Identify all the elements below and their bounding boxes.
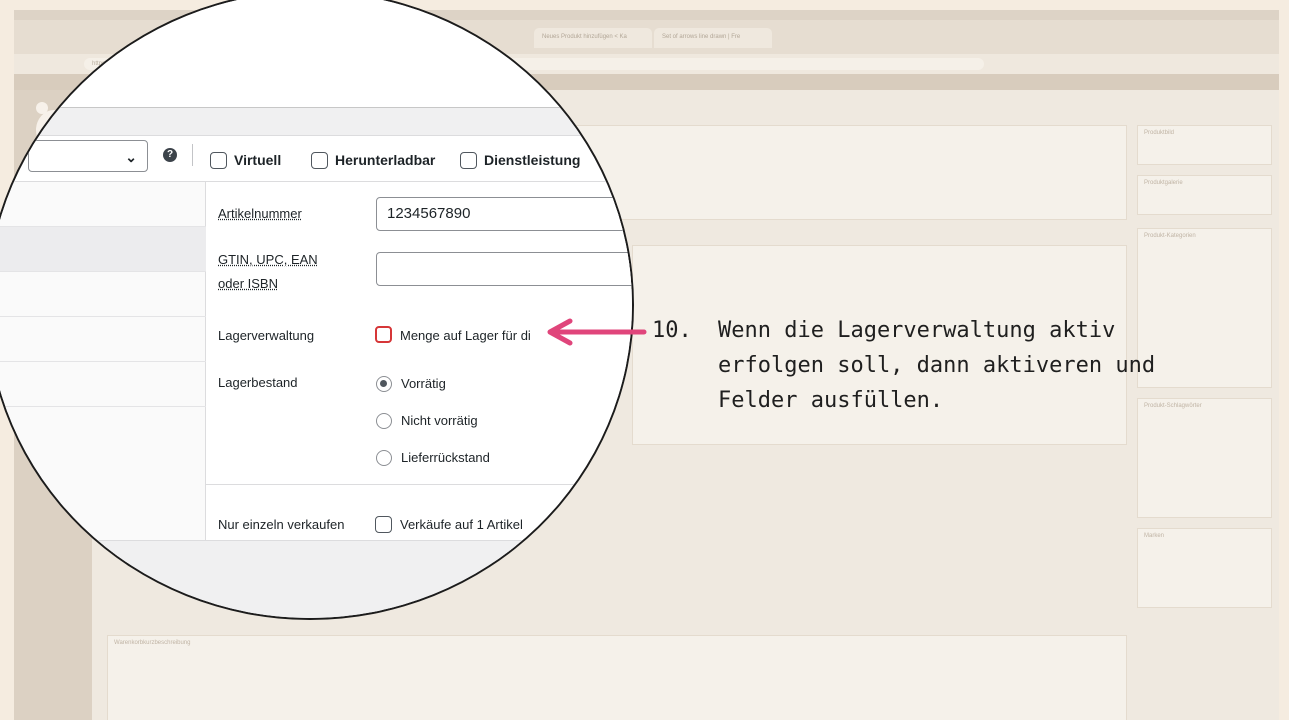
panel-product-gallery: Produktgalerie [1137,175,1272,215]
product-data-tab[interactable] [0,362,206,407]
stock-status-radio-out-of-stock[interactable] [376,413,392,429]
product-data-tab-inventory[interactable] [0,227,206,272]
virtual-checkbox[interactable] [210,152,227,169]
step-text: Wenn die Lagerverwaltung aktiv erfolgen … [718,318,1156,413]
inventory-form [206,182,632,562]
product-data-tab[interactable] [0,182,206,227]
browser-tab[interactable]: Set of arrows line drawn | Fre [654,28,772,48]
panel-product-image: Produktbild [1137,125,1272,165]
service-label: Dienstleistung [484,152,581,168]
stock-status-radio-backorder[interactable] [376,450,392,466]
gtin-input[interactable] [376,252,632,286]
stock-management-checkbox-label: Menge auf Lager für di [400,328,531,343]
stock-management-label: Lagerverwaltung [218,328,315,343]
pointer-arrow-icon [547,318,647,346]
virtual-label: Virtuell [234,152,282,168]
help-icon[interactable]: ? [163,148,177,162]
downloadable-label: Herunterladbar [335,152,436,168]
sku-input[interactable]: 1234567890 [376,197,632,231]
product-data-tabs [0,182,206,562]
downloadable-checkbox[interactable] [311,152,328,169]
divider [206,484,632,485]
product-type-select[interactable]: ⌄ [28,140,148,172]
stock-status-option: Nicht vorrätig [401,413,478,428]
lens-bottom-strip [0,540,632,618]
stock-status-radio-in-stock[interactable] [376,376,392,392]
stock-management-checkbox[interactable] [375,326,392,343]
magnifier-lens: ⌄ ? Virtuell Herunterladbar Dienstleistu… [0,0,634,620]
divider [192,144,193,166]
sold-individually-label: Nur einzeln verkaufen [218,517,345,532]
panel-short-description: Warenkorbkurzbeschreibung [107,635,1127,720]
lens-grey-strip [0,108,632,136]
product-data-tab[interactable] [0,272,206,317]
gtin-label: GTIN, UPC, EAN [218,252,318,267]
sku-label: Artikelnummer [218,206,302,221]
chevron-down-icon: ⌄ [125,149,137,165]
service-checkbox[interactable] [460,152,477,169]
gtin-label-line2: oder ISBN [218,276,278,291]
stock-status-option: Lieferrückstand [401,450,490,465]
product-data-tab[interactable] [0,317,206,362]
stock-status-label: Lagerbestand [218,375,298,390]
step-number: 10. [652,318,692,343]
sold-individually-checkbox-label: Verkäufe auf 1 Artikel [400,517,523,532]
sold-individually-checkbox[interactable] [375,516,392,533]
panel-brands: Marken [1137,528,1272,608]
stock-status-option: Vorrätig [401,376,446,391]
lens-top-strip [0,0,632,108]
